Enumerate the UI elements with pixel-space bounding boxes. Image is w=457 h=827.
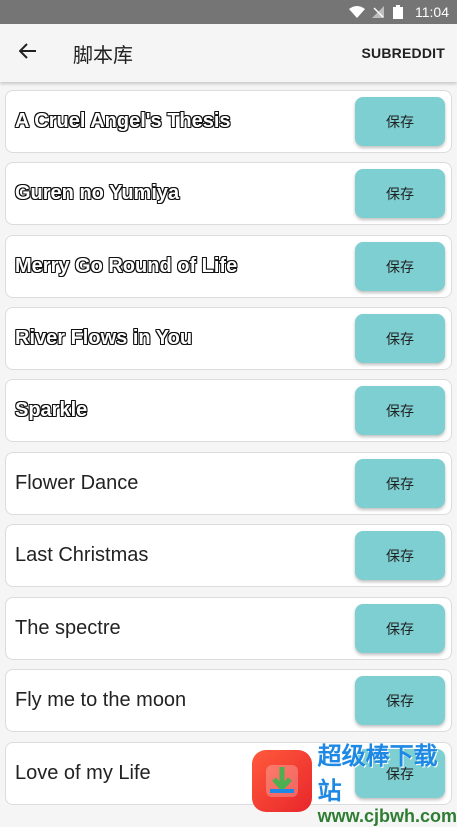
wifi-icon	[349, 5, 365, 19]
song-title: Flower Dance	[15, 472, 139, 494]
save-button[interactable]: 保存	[355, 97, 445, 146]
save-button[interactable]: 保存	[355, 169, 445, 218]
song-title: Sparkle	[15, 399, 88, 421]
song-title: The spectre	[15, 617, 121, 639]
song-title: Love of my Life	[15, 762, 151, 784]
list-item: The spectre 保存	[5, 597, 452, 660]
status-bar: 11:04	[0, 0, 457, 24]
app-bar: 脚本库 SUBREDDIT	[0, 24, 457, 82]
list-item: River Flows in You 保存	[5, 307, 452, 370]
watermark: 超级棒下载站 www.cjbwh.com	[252, 742, 457, 826]
list-item: Flower Dance 保存	[5, 452, 452, 515]
list-item: Fly me to the moon 保存	[5, 669, 452, 732]
back-button[interactable]	[0, 24, 56, 82]
save-button[interactable]: 保存	[355, 604, 445, 653]
download-logo-icon	[252, 750, 312, 812]
song-title: Last Christmas	[15, 544, 149, 566]
clock: 11:04	[415, 4, 449, 20]
song-title: Merry Go Round of Life	[15, 255, 238, 277]
watermark-title: 超级棒下载站	[317, 741, 438, 805]
subreddit-button[interactable]: SUBREDDIT	[362, 45, 445, 61]
save-button[interactable]: 保存	[355, 314, 445, 363]
list-item: Guren no Yumiya 保存	[5, 162, 452, 225]
save-button[interactable]: 保存	[355, 386, 445, 435]
song-title: A Cruel Angel's Thesis	[15, 110, 231, 132]
song-title: River Flows in You	[15, 327, 193, 349]
song-title: Fly me to the moon	[15, 689, 187, 711]
list-item: Merry Go Round of Life 保存	[5, 235, 452, 298]
list-item: A Cruel Angel's Thesis 保存	[5, 90, 452, 153]
signal-icon	[371, 5, 385, 19]
save-button[interactable]: 保存	[355, 531, 445, 580]
song-title: Guren no Yumiya	[15, 182, 180, 204]
page-title: 脚本库	[73, 42, 133, 67]
save-button[interactable]: 保存	[355, 242, 445, 291]
arrow-left-icon	[18, 43, 37, 63]
watermark-url: www.cjbwh.com	[317, 805, 457, 826]
battery-icon	[393, 5, 407, 19]
save-button[interactable]: 保存	[355, 676, 445, 725]
save-button[interactable]: 保存	[355, 459, 445, 508]
list-item: Sparkle 保存	[5, 379, 452, 442]
list-item: Last Christmas 保存	[5, 524, 452, 587]
